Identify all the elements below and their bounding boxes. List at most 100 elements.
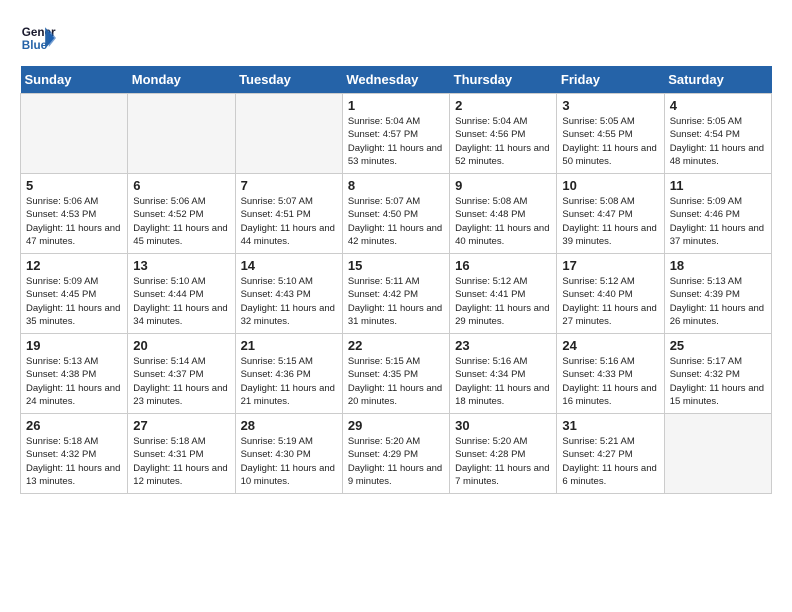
calendar-cell: 20Sunrise: 5:14 AM Sunset: 4:37 PM Dayli…	[128, 334, 235, 414]
calendar-cell	[664, 414, 771, 494]
day-number: 24	[562, 338, 658, 353]
calendar-week-row: 26 Sunrise: 5:18 AM Sunset: 4:32 PM Dayli…	[21, 414, 772, 494]
calendar-cell: 28 Sunrise: 5:19 AM Sunset: 4:30 PM Dayli…	[235, 414, 342, 494]
day-number: 23	[455, 338, 551, 353]
day-number: 4	[670, 98, 766, 113]
cell-info: Sunrise: 5:10 AM Sunset: 4:44 PM Dayligh…	[133, 275, 229, 328]
day-number: 14	[241, 258, 337, 273]
header-tuesday: Tuesday	[235, 66, 342, 94]
cell-info: Sunrise: 5:05 AM Sunset: 4:55 PM Dayligh…	[562, 115, 658, 168]
cell-info: Sunrise: 5:05 AM Sunset: 4:54 PM Dayligh…	[670, 115, 766, 168]
cell-info: Sunrise: 5:13 AM Sunset: 4:39 PM Dayligh…	[670, 275, 766, 328]
day-number: 1	[348, 98, 444, 113]
logo-icon: General Blue	[20, 20, 56, 56]
day-number: 11	[670, 178, 766, 193]
calendar-cell: 19 Sunrise: 5:13 AM Sunset: 4:38 PM Dayli…	[21, 334, 128, 414]
header-monday: Monday	[128, 66, 235, 94]
calendar-cell: 1 Sunrise: 5:04 AM Sunset: 4:57 PM Daylig…	[342, 94, 449, 174]
calendar-cell: 22 Sunrise: 5:15 AM Sunset: 4:35 PM Dayli…	[342, 334, 449, 414]
day-number: 10	[562, 178, 658, 193]
calendar-cell: 4 Sunrise: 5:05 AM Sunset: 4:54 PM Daylig…	[664, 94, 771, 174]
cell-info: Sunrise: 5:06 AM Sunset: 4:53 PM Dayligh…	[26, 195, 122, 248]
cell-info: Sunrise: 5:16 AM Sunset: 4:33 PM Dayligh…	[562, 355, 658, 408]
cell-info: Sunrise: 5:15 AM Sunset: 4:35 PM Dayligh…	[348, 355, 444, 408]
day-number: 27	[133, 418, 229, 433]
cell-info: Sunrise: 5:13 AM Sunset: 4:38 PM Dayligh…	[26, 355, 122, 408]
cell-info: Sunrise: 5:08 AM Sunset: 4:47 PM Dayligh…	[562, 195, 658, 248]
calendar-cell: 9 Sunrise: 5:08 AM Sunset: 4:48 PM Daylig…	[450, 174, 557, 254]
cell-info: Sunrise: 5:04 AM Sunset: 4:56 PM Dayligh…	[455, 115, 551, 168]
day-number: 31	[562, 418, 658, 433]
day-number: 2	[455, 98, 551, 113]
cell-info: Sunrise: 5:11 AM Sunset: 4:42 PM Dayligh…	[348, 275, 444, 328]
day-number: 19	[26, 338, 122, 353]
day-number: 29	[348, 418, 444, 433]
cell-info: Sunrise: 5:16 AM Sunset: 4:34 PM Dayligh…	[455, 355, 551, 408]
calendar-cell: 6Sunrise: 5:06 AM Sunset: 4:52 PM Daylig…	[128, 174, 235, 254]
calendar-cell: 24 Sunrise: 5:16 AM Sunset: 4:33 PM Dayli…	[557, 334, 664, 414]
day-number: 8	[348, 178, 444, 193]
calendar-cell: 27 Sunrise: 5:18 AM Sunset: 4:31 PM Dayli…	[128, 414, 235, 494]
calendar-week-row: 5 Sunrise: 5:06 AM Sunset: 4:53 PM Daylig…	[21, 174, 772, 254]
day-number: 28	[241, 418, 337, 433]
calendar-cell: 25 Sunrise: 5:17 AM Sunset: 4:32 PM Dayli…	[664, 334, 771, 414]
cell-info: Sunrise: 5:09 AM Sunset: 4:46 PM Dayligh…	[670, 195, 766, 248]
cell-info: Sunrise: 5:18 AM Sunset: 4:31 PM Dayligh…	[133, 435, 229, 488]
day-number: 25	[670, 338, 766, 353]
cell-info: Sunrise: 5:08 AM Sunset: 4:48 PM Dayligh…	[455, 195, 551, 248]
calendar-cell: 23 Sunrise: 5:16 AM Sunset: 4:34 PM Dayli…	[450, 334, 557, 414]
calendar-cell	[235, 94, 342, 174]
cell-info: Sunrise: 5:17 AM Sunset: 4:32 PM Dayligh…	[670, 355, 766, 408]
cell-info: Sunrise: 5:18 AM Sunset: 4:32 PM Dayligh…	[26, 435, 122, 488]
cell-info: Sunrise: 5:15 AM Sunset: 4:36 PM Dayligh…	[241, 355, 337, 408]
header-sunday: Sunday	[21, 66, 128, 94]
cell-info: Sunrise: 5:09 AM Sunset: 4:45 PM Dayligh…	[26, 275, 122, 328]
cell-info: Sunrise: 5:12 AM Sunset: 4:41 PM Dayligh…	[455, 275, 551, 328]
cell-info: Sunrise: 5:04 AM Sunset: 4:57 PM Dayligh…	[348, 115, 444, 168]
calendar-cell: 7 Sunrise: 5:07 AM Sunset: 4:51 PM Daylig…	[235, 174, 342, 254]
calendar-cell: 30Sunrise: 5:20 AM Sunset: 4:28 PM Dayli…	[450, 414, 557, 494]
svg-text:Blue: Blue	[22, 39, 48, 52]
calendar-cell: 21 Sunrise: 5:15 AM Sunset: 4:36 PM Dayli…	[235, 334, 342, 414]
header-thursday: Thursday	[450, 66, 557, 94]
cell-info: Sunrise: 5:07 AM Sunset: 4:50 PM Dayligh…	[348, 195, 444, 248]
day-number: 6	[133, 178, 229, 193]
day-number: 5	[26, 178, 122, 193]
header-wednesday: Wednesday	[342, 66, 449, 94]
cell-info: Sunrise: 5:07 AM Sunset: 4:51 PM Dayligh…	[241, 195, 337, 248]
cell-info: Sunrise: 5:21 AM Sunset: 4:27 PM Dayligh…	[562, 435, 658, 488]
calendar-cell: 17Sunrise: 5:12 AM Sunset: 4:40 PM Dayli…	[557, 254, 664, 334]
days-header-row: Sunday Monday Tuesday Wednesday Thursday…	[21, 66, 772, 94]
header-friday: Friday	[557, 66, 664, 94]
calendar-table: Sunday Monday Tuesday Wednesday Thursday…	[20, 66, 772, 494]
day-number: 16	[455, 258, 551, 273]
calendar-cell: 5 Sunrise: 5:06 AM Sunset: 4:53 PM Daylig…	[21, 174, 128, 254]
calendar-week-row: 1 Sunrise: 5:04 AM Sunset: 4:57 PM Daylig…	[21, 94, 772, 174]
calendar-cell: 14 Sunrise: 5:10 AM Sunset: 4:43 PM Dayli…	[235, 254, 342, 334]
logo: General Blue	[20, 20, 56, 56]
calendar-cell: 15 Sunrise: 5:11 AM Sunset: 4:42 PM Dayli…	[342, 254, 449, 334]
day-number: 12	[26, 258, 122, 273]
calendar-cell: 26 Sunrise: 5:18 AM Sunset: 4:32 PM Dayli…	[21, 414, 128, 494]
calendar-cell	[128, 94, 235, 174]
day-number: 18	[670, 258, 766, 273]
calendar-cell: 29 Sunrise: 5:20 AM Sunset: 4:29 PM Dayli…	[342, 414, 449, 494]
cell-info: Sunrise: 5:10 AM Sunset: 4:43 PM Dayligh…	[241, 275, 337, 328]
calendar-cell: 8 Sunrise: 5:07 AM Sunset: 4:50 PM Daylig…	[342, 174, 449, 254]
day-number: 22	[348, 338, 444, 353]
day-number: 15	[348, 258, 444, 273]
day-number: 26	[26, 418, 122, 433]
day-number: 9	[455, 178, 551, 193]
day-number: 20	[133, 338, 229, 353]
day-number: 13	[133, 258, 229, 273]
cell-info: Sunrise: 5:20 AM Sunset: 4:28 PM Dayligh…	[455, 435, 551, 488]
calendar-cell: 16 Sunrise: 5:12 AM Sunset: 4:41 PM Dayli…	[450, 254, 557, 334]
day-number: 3	[562, 98, 658, 113]
calendar-cell: 11 Sunrise: 5:09 AM Sunset: 4:46 PM Dayli…	[664, 174, 771, 254]
calendar-week-row: 19 Sunrise: 5:13 AM Sunset: 4:38 PM Dayli…	[21, 334, 772, 414]
calendar-cell: 12 Sunrise: 5:09 AM Sunset: 4:45 PM Dayli…	[21, 254, 128, 334]
day-number: 21	[241, 338, 337, 353]
cell-info: Sunrise: 5:20 AM Sunset: 4:29 PM Dayligh…	[348, 435, 444, 488]
cell-info: Sunrise: 5:19 AM Sunset: 4:30 PM Dayligh…	[241, 435, 337, 488]
day-number: 7	[241, 178, 337, 193]
